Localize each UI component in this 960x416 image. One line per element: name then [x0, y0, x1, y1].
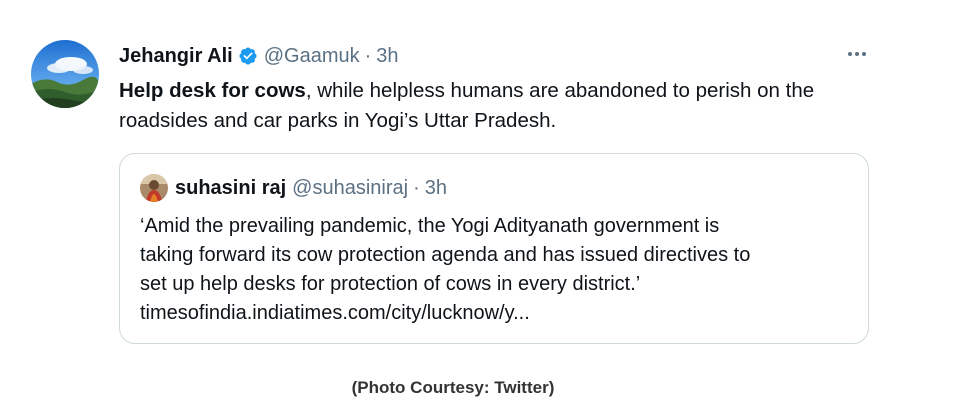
header-separator: · [364, 44, 372, 67]
quoted-text-line: set up help desks for protection of cows… [140, 273, 641, 295]
quoted-text-line: taking forward its cow protection agenda… [140, 244, 751, 266]
quoted-tweet-body: ‘Amid the prevailing pandemic, the Yogi … [140, 212, 850, 328]
quoted-link[interactable]: timesofindia.indiatimes.com/city/lucknow… [140, 299, 850, 328]
tweet-text-bold: Help desk for cows [119, 79, 306, 102]
quoted-tweet-card[interactable]: suhasini raj @suhasiniraj · 3h ‘Amid the… [119, 153, 869, 344]
quoted-text-line: ‘Amid the prevailing pandemic, the Yogi … [140, 215, 720, 237]
author-handle[interactable]: @Gaamuk [264, 45, 360, 68]
more-options-icon[interactable] [845, 44, 869, 64]
quoted-author-handle[interactable]: @suhasiniraj [292, 177, 408, 200]
verified-badge-icon [238, 46, 258, 66]
photo-caption: (Photo Courtesy: Twitter) [351, 378, 555, 397]
author-avatar[interactable] [31, 40, 99, 108]
quoted-tweet-header: suhasini raj @suhasiniraj · 3h [175, 174, 447, 202]
quoted-tweet-timestamp[interactable]: 3h [425, 177, 447, 200]
author-name[interactable]: Jehangir Ali [119, 45, 233, 68]
tweet-screenshot: Jehangir Ali @Gaamuk · 3h Help desk for … [0, 0, 960, 416]
quoted-header-separator: · [413, 176, 420, 199]
quoted-author-avatar[interactable] [140, 174, 168, 202]
tweet-body: Help desk for cows, while helpless human… [119, 76, 879, 136]
tweet-header: Jehangir Ali @Gaamuk · 3h [119, 42, 399, 70]
quoted-author-name[interactable]: suhasini raj [175, 177, 286, 200]
tweet-timestamp[interactable]: 3h [376, 45, 398, 68]
